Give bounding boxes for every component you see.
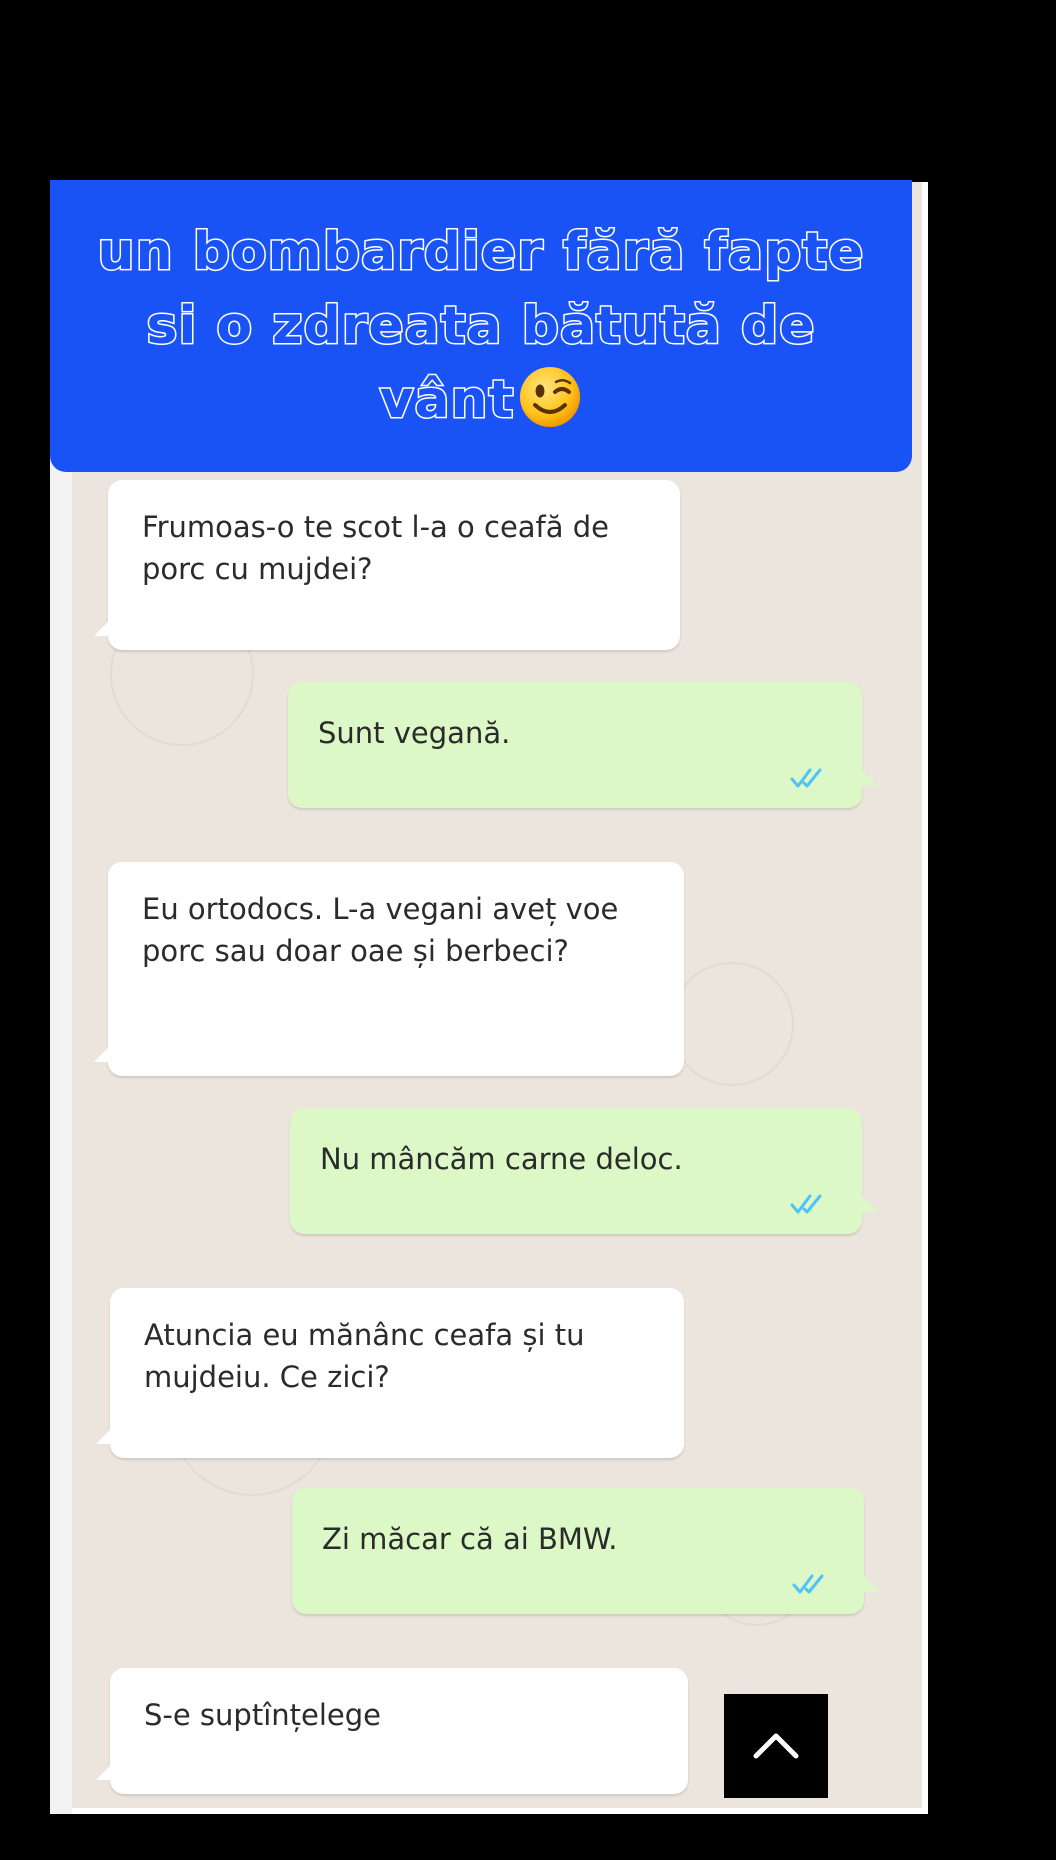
message-text: Sunt vegană. — [318, 716, 511, 750]
wallpaper-doodle — [670, 962, 794, 1086]
message-text: Atuncia eu mănânc ceafa și tu mujdeiu. C… — [144, 1318, 585, 1394]
message-bubble-incoming[interactable]: Eu ortodocs. L-a vegani aveț voe porc sa… — [94, 862, 684, 1076]
message-text: S-e suptînțelege — [144, 1698, 381, 1732]
message-text: Nu mâncăm carne deloc. — [320, 1142, 683, 1176]
message-bubble-outgoing[interactable]: Zi măcar că ai BMW. — [292, 1488, 880, 1614]
double-check-icon — [790, 1194, 822, 1214]
caption-text-wrap: un bombardier fără fapte si o zdreata bă… — [71, 215, 891, 437]
message-bubble-outgoing[interactable]: Nu mâncăm carne deloc. — [290, 1108, 878, 1234]
message-bubble-incoming[interactable]: Frumoas-o te scot l-a o ceafă de porc cu… — [94, 480, 680, 650]
message-bubble-outgoing[interactable]: Sunt vegană. — [288, 682, 878, 808]
bubble-tail — [862, 1574, 880, 1592]
screenshot: un bombardier fără fapte si o zdreata bă… — [0, 0, 1056, 1860]
bubble-tail — [94, 1044, 112, 1062]
message-text: Eu ortodocs. L-a vegani aveț voe porc sa… — [142, 892, 619, 968]
scroll-to-top-button[interactable] — [724, 1694, 828, 1798]
caption-banner: un bombardier fără fapte si o zdreata bă… — [50, 180, 912, 472]
bubble-tail — [860, 1194, 878, 1212]
winking-face-emoji — [520, 367, 581, 427]
caption-text: un bombardier fără fapte si o zdreata bă… — [96, 221, 865, 432]
message-text: Frumoas-o te scot l-a o ceafă de porc cu… — [142, 510, 610, 586]
message-bubble-incoming[interactable]: Atuncia eu mănânc ceafa și tu mujdeiu. C… — [96, 1288, 684, 1458]
bubble-tail — [94, 618, 112, 636]
chevron-up-icon — [753, 1733, 799, 1759]
message-text: Zi măcar că ai BMW. — [322, 1522, 618, 1556]
double-check-icon — [790, 768, 822, 788]
message-bubble-incoming[interactable]: S-e suptînțelege — [96, 1668, 688, 1794]
bubble-tail — [860, 768, 878, 786]
double-check-icon — [792, 1574, 824, 1594]
bubble-tail — [96, 1762, 114, 1780]
bubble-tail — [96, 1426, 114, 1444]
